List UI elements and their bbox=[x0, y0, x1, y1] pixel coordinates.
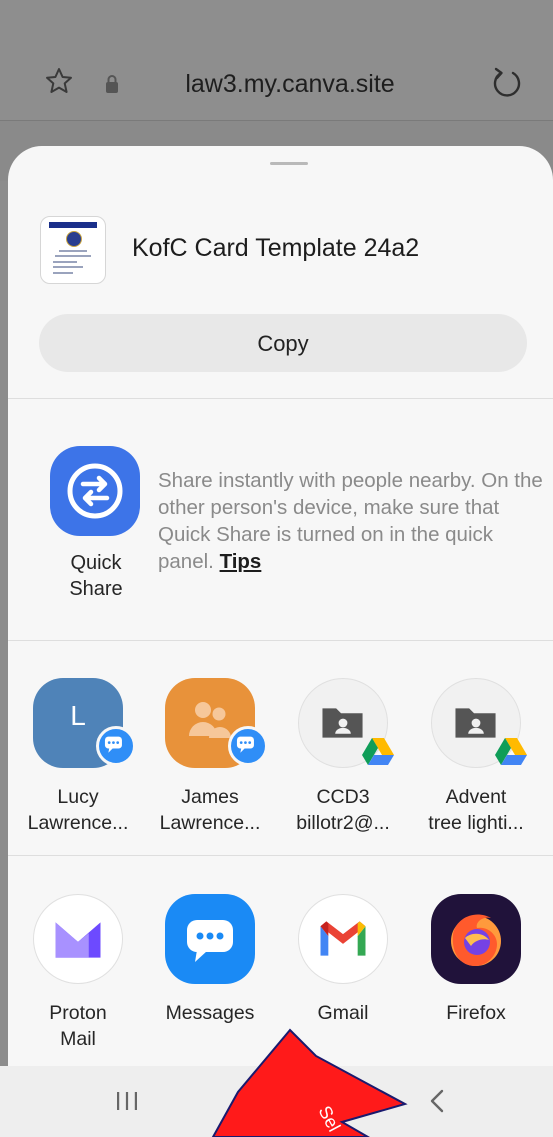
system-navigation-bar bbox=[0, 1066, 553, 1137]
direct-share-line2: Lawrence... bbox=[27, 812, 129, 834]
lock-icon bbox=[106, 75, 118, 93]
tips-link[interactable]: Tips bbox=[220, 550, 262, 573]
quick-share-label: Quick Share bbox=[48, 550, 144, 602]
url-text[interactable]: law3.my.canva.site bbox=[140, 70, 440, 99]
divider bbox=[8, 640, 553, 641]
recent-apps-icon[interactable] bbox=[112, 1086, 142, 1116]
direct-share-advent[interactable]: Advent tree lighti... bbox=[416, 678, 536, 834]
app-name: Messages bbox=[150, 1000, 270, 1026]
direct-share-name: James Lawrence... bbox=[150, 784, 270, 836]
direct-share-line1: CCD3 bbox=[316, 786, 370, 808]
proton-mail-icon bbox=[33, 894, 123, 984]
google-drive-icon bbox=[495, 738, 527, 765]
back-icon[interactable] bbox=[425, 1086, 449, 1116]
document-thumbnail bbox=[40, 216, 106, 284]
divider bbox=[8, 398, 553, 399]
app-name: Firefox bbox=[416, 1000, 536, 1026]
direct-share-james[interactable]: James Lawrence... bbox=[150, 678, 270, 834]
direct-share-line2: tree lighti... bbox=[428, 812, 524, 834]
browser-url-bar: law3.my.canva.site bbox=[0, 0, 553, 120]
direct-share-line1: James bbox=[181, 786, 239, 808]
quick-share-description-text: Share instantly with people nearby. On t… bbox=[158, 469, 543, 573]
divider bbox=[8, 855, 553, 856]
app-name: Proton Mail bbox=[18, 1000, 138, 1052]
copy-button[interactable]: Copy bbox=[39, 314, 527, 372]
direct-share-line2: billotr2@... bbox=[296, 812, 390, 834]
quick-share-button[interactable] bbox=[50, 446, 140, 536]
app-name-line1: Gmail bbox=[317, 1002, 369, 1024]
app-name-line1: Messages bbox=[165, 1002, 255, 1024]
app-proton-mail[interactable]: Proton Mail bbox=[18, 894, 138, 1054]
quick-share-label-line1: Quick bbox=[70, 552, 122, 574]
quick-share-description: Share instantly with people nearby. On t… bbox=[158, 467, 543, 575]
app-firefox[interactable]: Firefox bbox=[416, 894, 536, 1054]
document-title: KofC Card Template 24a2 bbox=[132, 234, 420, 262]
google-drive-icon bbox=[362, 738, 394, 765]
direct-share-line1: Advent bbox=[445, 786, 507, 808]
app-messages[interactable]: Messages bbox=[150, 894, 270, 1054]
direct-share-name: Advent tree lighti... bbox=[416, 784, 536, 836]
direct-share-ccd3[interactable]: CCD3 billotr2@... bbox=[283, 678, 403, 834]
direct-share-line1: Lucy bbox=[57, 786, 99, 808]
quick-share-icon bbox=[67, 463, 123, 519]
share-sheet: KofC Card Template 24a2 Copy Quick Share… bbox=[8, 146, 553, 1137]
app-name-line1: Firefox bbox=[446, 1002, 506, 1024]
quick-share-label-line2: Share bbox=[69, 578, 123, 600]
direct-share-name: CCD3 billotr2@... bbox=[283, 784, 403, 836]
app-name: Gmail bbox=[283, 1000, 403, 1026]
messages-badge-icon bbox=[228, 726, 268, 766]
reload-icon[interactable] bbox=[490, 66, 524, 100]
app-gmail[interactable]: Gmail bbox=[283, 894, 403, 1054]
app-name-line1: Proton bbox=[49, 1002, 107, 1024]
bookmark-star-icon[interactable] bbox=[44, 66, 74, 96]
direct-share-lucy[interactable]: L Lucy Lawrence... bbox=[18, 678, 138, 834]
firefox-icon bbox=[431, 894, 521, 984]
sheet-drag-handle[interactable] bbox=[270, 162, 308, 165]
direct-share-name: Lucy Lawrence... bbox=[18, 784, 138, 836]
direct-share-line2: Lawrence... bbox=[159, 812, 261, 834]
messages-icon bbox=[165, 894, 255, 984]
messages-badge-icon bbox=[96, 726, 136, 766]
gmail-icon bbox=[298, 894, 388, 984]
app-name-line2: Mail bbox=[60, 1028, 96, 1050]
